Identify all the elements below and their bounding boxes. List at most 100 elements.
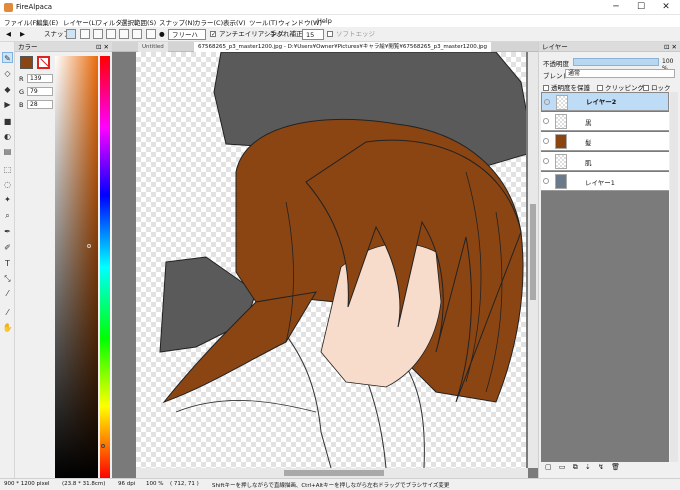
layer-name: レイヤー2 (586, 98, 617, 106)
status-bar: 900 * 1200 pixel (23.8 * 31.8cm) 96 dpi … (0, 478, 680, 490)
stabilizer-select[interactable]: 15 (302, 29, 324, 40)
menu-view[interactable]: 表示(V) (223, 17, 246, 27)
layer-panel: レイヤー ⊡ ✕ 不透明度 100 % ブレンド 通常 透明度を保護 クリッピン… (538, 42, 680, 478)
hue-slider[interactable] (100, 56, 110, 478)
menu-edit[interactable]: 編集(E) (36, 17, 58, 27)
bucket-icon[interactable]: ▶ (2, 99, 13, 110)
gradient-icon[interactable]: ▤ (2, 146, 13, 157)
protect-alpha-checkbox[interactable] (543, 85, 549, 91)
lock-option[interactable]: ロック (643, 82, 671, 92)
sv-picker-marker[interactable] (87, 244, 91, 248)
snap-curve-icon[interactable] (132, 29, 142, 40)
snap-radial-icon[interactable] (106, 29, 116, 40)
g-input[interactable]: 79 (27, 87, 53, 96)
document-tabs: Untitled 67568265_p3_master1200.jpg - D:… (112, 42, 538, 52)
pen-tool-icon[interactable]: ✒ (2, 226, 13, 237)
lasso-icon[interactable]: ◌ (2, 179, 13, 190)
clipping-checkbox[interactable] (597, 85, 603, 91)
fill-icon[interactable]: ■ (2, 116, 13, 127)
blend-mode-select[interactable]: 通常 (565, 69, 675, 78)
menu-window[interactable]: ウィンドウ(W) (278, 17, 322, 27)
b-input[interactable]: 28 (27, 100, 53, 109)
clipping-option[interactable]: クリッピング (597, 82, 644, 92)
eyedropper-icon[interactable]: ⁄ (2, 307, 13, 318)
visibility-eye-icon[interactable] (543, 178, 549, 184)
menu-file[interactable]: ファイル(F) (4, 17, 39, 27)
g-label: G (19, 88, 25, 96)
opacity-slider[interactable] (573, 58, 659, 66)
select-pen-icon[interactable]: ✐ (2, 242, 13, 253)
layer-item[interactable]: レイヤー1 (541, 172, 669, 191)
layer-name: 髪 (585, 139, 592, 147)
visibility-eye-icon[interactable] (543, 138, 549, 144)
magic-wand-icon[interactable]: ✦ (2, 194, 13, 205)
transfer-icon[interactable]: ↯ (598, 463, 604, 471)
menu-filter[interactable]: フィルタ (96, 17, 122, 27)
tab-active-document[interactable]: 67568265_p3_master1200.jpg - D:¥Users¥Ow… (194, 42, 491, 52)
saturation-value-picker[interactable] (55, 56, 98, 478)
menu-select[interactable]: 選択範囲(S) (121, 17, 156, 27)
r-input[interactable]: 139 (27, 74, 53, 83)
menu-color[interactable]: カラー(C) (194, 17, 223, 27)
soft-edge-checkbox[interactable] (327, 29, 335, 40)
hand-icon[interactable]: ✋ (2, 322, 13, 333)
menu-snap[interactable]: スナップ(N) (159, 17, 195, 27)
status-zoom: 100 % (146, 481, 164, 487)
snap-parallel-icon[interactable] (80, 29, 90, 40)
visibility-eye-icon[interactable] (543, 158, 549, 164)
new-folder-icon[interactable]: ▭ (559, 463, 566, 471)
tab-untitled[interactable]: Untitled (138, 42, 168, 52)
menu-tool[interactable]: ツール(T) (249, 17, 278, 27)
menu-help[interactable]: Help (317, 17, 332, 25)
drawing-canvas[interactable] (136, 52, 526, 468)
layer-item[interactable]: 髪 (541, 132, 669, 151)
visibility-eye-icon[interactable] (544, 99, 550, 105)
hue-slider-marker[interactable] (101, 444, 105, 448)
layer-list-scrollbar[interactable] (670, 92, 678, 462)
shirt-line (175, 400, 317, 413)
r-label: R (19, 75, 24, 83)
layer-panel-title: レイヤー (542, 43, 568, 51)
select-rect-icon[interactable]: ⬚ (2, 164, 13, 175)
menu-layer[interactable]: レイヤー(L) (63, 17, 98, 27)
antialias-checkbox[interactable]: ✓ (210, 29, 218, 40)
snap-cross-icon[interactable] (93, 29, 103, 40)
move-icon[interactable]: ⤡ (2, 273, 13, 284)
layer-item[interactable]: レイヤー2 (541, 92, 669, 111)
vertical-scroll-thumb[interactable] (530, 204, 536, 300)
horizontal-scroll-thumb[interactable] (284, 470, 384, 476)
panel-pin-close-icon[interactable]: ⊡ ✕ (96, 42, 109, 52)
dot-icon[interactable]: ● (159, 29, 165, 40)
text-icon[interactable]: T (2, 258, 13, 269)
minimize-button[interactable]: ─ (604, 0, 628, 15)
foreground-color-swatch[interactable] (20, 56, 33, 69)
layer-item[interactable]: 肌 (541, 152, 669, 171)
snap-off-icon[interactable] (66, 29, 76, 40)
dropper-icon[interactable]: ⁄ (2, 288, 13, 299)
new-layer-icon[interactable]: ▢ (545, 463, 552, 471)
brush-icon[interactable]: ◆ (2, 84, 13, 95)
panel-pin-close-icon[interactable]: ⊡ ✕ (664, 42, 677, 52)
prev-icon[interactable]: ◀ (6, 29, 11, 40)
delete-layer-icon[interactable]: 🗑 (611, 463, 620, 471)
rotate-icon[interactable]: ◐ (2, 131, 13, 142)
visibility-eye-icon[interactable] (543, 118, 549, 124)
snap-circle-icon[interactable] (119, 29, 129, 40)
canvas-horizontal-scrollbar[interactable] (136, 468, 528, 478)
soft-edge-label: ソフトエッジ (336, 30, 375, 38)
next-icon[interactable]: ▶ (20, 29, 25, 40)
canvas-vertical-scrollbar[interactable] (528, 52, 538, 468)
zoom-icon[interactable]: ⌕ (2, 210, 13, 221)
transparent-color-swatch[interactable] (37, 56, 50, 69)
brush-mode-select[interactable]: フリーハンド (168, 29, 206, 50)
eraser-icon[interactable]: ◇ (2, 68, 13, 79)
lock-checkbox[interactable] (643, 85, 649, 91)
maximize-button[interactable]: ☐ (629, 0, 653, 15)
merge-down-icon[interactable]: ⇣ (585, 463, 591, 471)
duplicate-layer-icon[interactable]: ⧉ (573, 463, 578, 471)
snap-settings-icon[interactable] (146, 29, 156, 40)
close-button[interactable]: ✕ (654, 0, 678, 15)
protect-alpha-option[interactable]: 透明度を保護 (543, 82, 590, 92)
pen-icon[interactable]: ✎ (2, 52, 13, 63)
layer-item[interactable]: 黒 (541, 112, 669, 131)
